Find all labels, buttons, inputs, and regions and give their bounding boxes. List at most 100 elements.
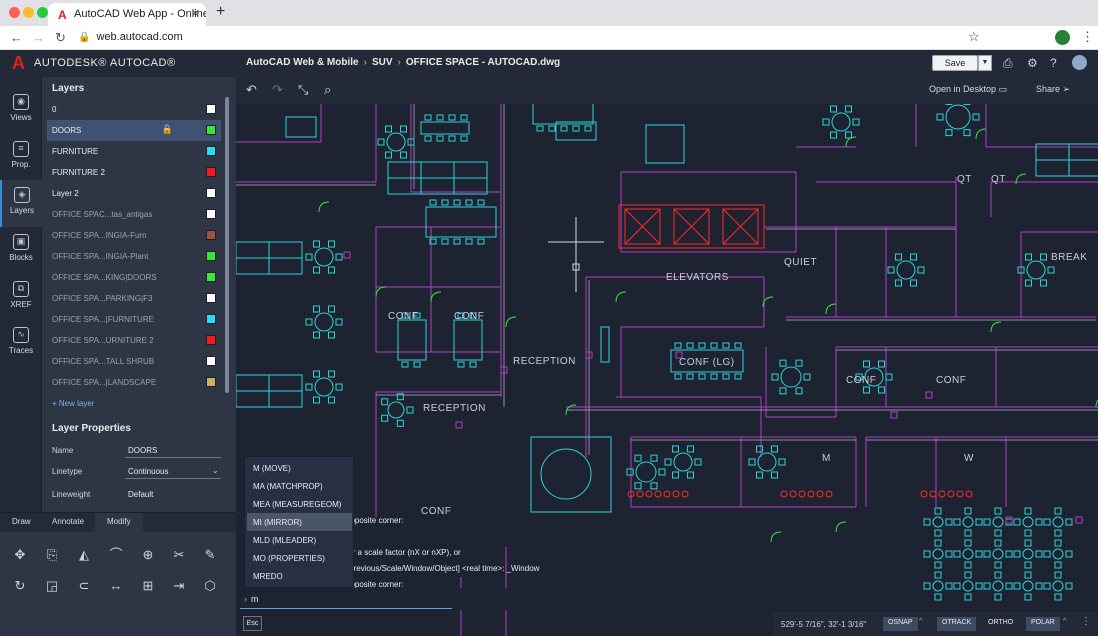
rail-item-properties[interactable]: ≡ Prop. bbox=[0, 134, 42, 181]
layer-row[interactable]: OFFICE SPAC...tas_antigas bbox=[47, 204, 221, 225]
layer-row[interactable]: OFFICE SPA...PARKING|F3 bbox=[47, 288, 221, 309]
help-icon[interactable]: ? bbox=[1050, 56, 1057, 70]
new-tab-button[interactable]: + bbox=[216, 3, 225, 21]
zoom-window-icon[interactable]: ⌕ bbox=[324, 82, 331, 98]
command-suggestion-selected[interactable]: MI (MIRROR) bbox=[247, 513, 352, 531]
command-suggestion[interactable]: M (MOVE) bbox=[247, 459, 352, 477]
trim-tool-icon[interactable]: ✂ bbox=[170, 546, 188, 564]
layer-row[interactable]: Layer 2 bbox=[47, 183, 221, 204]
print-icon[interactable]: ⎙ bbox=[1003, 56, 1013, 71]
tab-modify[interactable]: Modify bbox=[95, 513, 143, 532]
command-suggestion[interactable]: MREDO bbox=[247, 567, 352, 585]
layer-color-swatch[interactable] bbox=[206, 167, 216, 177]
linetype-select[interactable]: Continuous bbox=[128, 467, 168, 476]
bookmark-star-icon[interactable]: ☆ bbox=[968, 29, 980, 45]
layer-color-swatch[interactable] bbox=[206, 251, 216, 261]
close-window-dot[interactable] bbox=[9, 7, 20, 18]
explode-tool-icon[interactable]: ⬡ bbox=[201, 577, 219, 595]
polar-toggle[interactable]: POLAR bbox=[1026, 617, 1060, 631]
name-field[interactable]: DOORS bbox=[128, 446, 157, 455]
copy-tool-icon[interactable]: ⎘ bbox=[43, 546, 61, 564]
stretch-tool-icon[interactable]: ↔ bbox=[107, 577, 125, 595]
join-tool-icon[interactable]: ⊞ bbox=[139, 577, 157, 595]
layer-color-swatch[interactable] bbox=[206, 293, 216, 303]
extend-tool-icon[interactable]: ⇥ bbox=[170, 577, 188, 595]
layer-row[interactable]: FURNITURE 2 bbox=[47, 162, 221, 183]
rail-item-views[interactable]: ◉ Views bbox=[0, 87, 42, 134]
offset-tool-icon[interactable]: ⊂ bbox=[75, 577, 93, 595]
browser-tab[interactable]: A AutoCAD Web App - Online CA ✕ bbox=[48, 3, 206, 26]
maximize-window-dot[interactable] bbox=[37, 7, 48, 18]
command-suggestion[interactable]: MLD (MLEADER) bbox=[247, 531, 352, 549]
layer-color-swatch[interactable] bbox=[206, 272, 216, 282]
reload-icon[interactable]: ↻ bbox=[55, 30, 66, 46]
layer-color-swatch[interactable] bbox=[206, 314, 216, 324]
redo-icon[interactable]: ↷ bbox=[272, 82, 283, 98]
settings-gear-icon[interactable]: ⚙ bbox=[1027, 56, 1038, 70]
command-suggestion[interactable]: MO (PROPERTIES) bbox=[247, 549, 352, 567]
command-suggestion[interactable]: MEA (MEASUREGEOM) bbox=[247, 495, 352, 513]
layer-row[interactable]: 0 bbox=[47, 99, 221, 120]
tab-annotate[interactable]: Annotate bbox=[52, 517, 84, 526]
layer-row[interactable]: DOORS 🔒 bbox=[47, 120, 221, 141]
layer-color-swatch[interactable] bbox=[206, 125, 216, 135]
user-avatar[interactable] bbox=[1072, 55, 1087, 70]
layer-row[interactable]: OFFICE SPA...|LANDSCAPE bbox=[47, 372, 221, 393]
array-tool-icon[interactable]: ⊕ bbox=[139, 546, 157, 564]
layer-color-swatch[interactable] bbox=[206, 209, 216, 219]
rail-item-traces[interactable]: ∿ Traces bbox=[0, 320, 42, 367]
lock-icon[interactable]: 🔒 bbox=[162, 124, 173, 135]
linetype-chevron-down-icon[interactable]: ⌄ bbox=[212, 466, 219, 475]
back-arrow-icon[interactable]: ← bbox=[10, 30, 23, 45]
tab-draw[interactable]: Draw bbox=[12, 517, 31, 526]
layer-row[interactable]: OFFICE SPA...INGIA-Furn bbox=[47, 225, 221, 246]
erase-tool-icon[interactable]: ✎ bbox=[201, 546, 219, 564]
command-suggestion[interactable]: MA (MATCHPROP) bbox=[247, 477, 352, 495]
otrack-toggle[interactable]: OTRACK bbox=[937, 617, 977, 631]
command-input[interactable]: › m bbox=[244, 594, 259, 604]
command-line[interactable]: › m bbox=[236, 588, 566, 610]
layer-row[interactable]: OFFICE SPA...KING|DOORS bbox=[47, 267, 221, 288]
layer-row[interactable]: OFFICE SPA...URNITURE 2 bbox=[47, 330, 221, 351]
save-options-chevron-icon[interactable]: ▼ bbox=[978, 55, 992, 71]
escape-button[interactable]: Esc bbox=[243, 616, 262, 631]
new-layer-button[interactable]: + New layer bbox=[52, 399, 94, 408]
layer-color-swatch[interactable] bbox=[206, 335, 216, 345]
breadcrumb-item[interactable]: AutoCAD Web & Mobile bbox=[246, 57, 359, 68]
layer-color-swatch[interactable] bbox=[206, 188, 216, 198]
osnap-toggle[interactable]: OSNAP bbox=[883, 617, 918, 631]
layer-row[interactable]: FURNITURE bbox=[47, 141, 221, 162]
breadcrumb-item[interactable]: SUV bbox=[372, 57, 393, 68]
rail-item-blocks[interactable]: ▣ Blocks bbox=[0, 227, 42, 274]
layer-row[interactable]: OFFICE SPA...INGIA-Plant bbox=[47, 246, 221, 267]
move-tool-icon[interactable]: ✥ bbox=[11, 546, 29, 564]
layer-color-swatch[interactable] bbox=[206, 230, 216, 240]
layer-color-swatch[interactable] bbox=[206, 377, 216, 387]
lineweight-field[interactable]: Default bbox=[128, 490, 153, 499]
browser-profile-avatar[interactable] bbox=[1055, 30, 1070, 45]
scale-tool-icon[interactable]: ◲ bbox=[43, 577, 61, 595]
ortho-toggle[interactable]: ORTHO bbox=[983, 617, 1018, 631]
status-menu-icon[interactable]: ⋮ bbox=[1081, 616, 1091, 627]
rotate-tool-icon[interactable]: ↻ bbox=[11, 577, 29, 595]
tab-close-icon[interactable]: ✕ bbox=[191, 7, 200, 20]
mirror-tool-icon[interactable]: ◭ bbox=[75, 546, 93, 564]
save-button[interactable]: Save bbox=[932, 55, 978, 71]
layer-color-swatch[interactable] bbox=[206, 146, 216, 156]
forward-arrow-icon[interactable]: → bbox=[32, 30, 45, 45]
open-in-desktop-button[interactable]: Open in Desktop ▭ bbox=[929, 84, 1007, 95]
undo-icon[interactable]: ↶ bbox=[246, 82, 257, 98]
layer-color-swatch[interactable] bbox=[206, 356, 216, 366]
layer-row[interactable]: OFFICE SPA...|FURNITURE bbox=[47, 309, 221, 330]
share-button[interactable]: Share ➢ bbox=[1036, 84, 1070, 95]
fillet-tool-icon[interactable]: ⌒ bbox=[107, 546, 125, 564]
layer-color-swatch[interactable] bbox=[206, 104, 216, 114]
rail-item-xref[interactable]: ⧉ XREF bbox=[0, 274, 42, 321]
measure-icon[interactable]: ⤡ bbox=[298, 82, 308, 98]
minimize-window-dot[interactable] bbox=[23, 7, 34, 18]
polar-chevron-up-icon[interactable]: ^ bbox=[1063, 618, 1066, 625]
browser-menu-icon[interactable]: ⋮ bbox=[1081, 29, 1094, 45]
osnap-chevron-up-icon[interactable]: ^ bbox=[919, 618, 922, 625]
url-field[interactable]: 🔒 web.autocad.com bbox=[78, 31, 183, 43]
layer-list-scrollbar[interactable] bbox=[225, 97, 229, 393]
